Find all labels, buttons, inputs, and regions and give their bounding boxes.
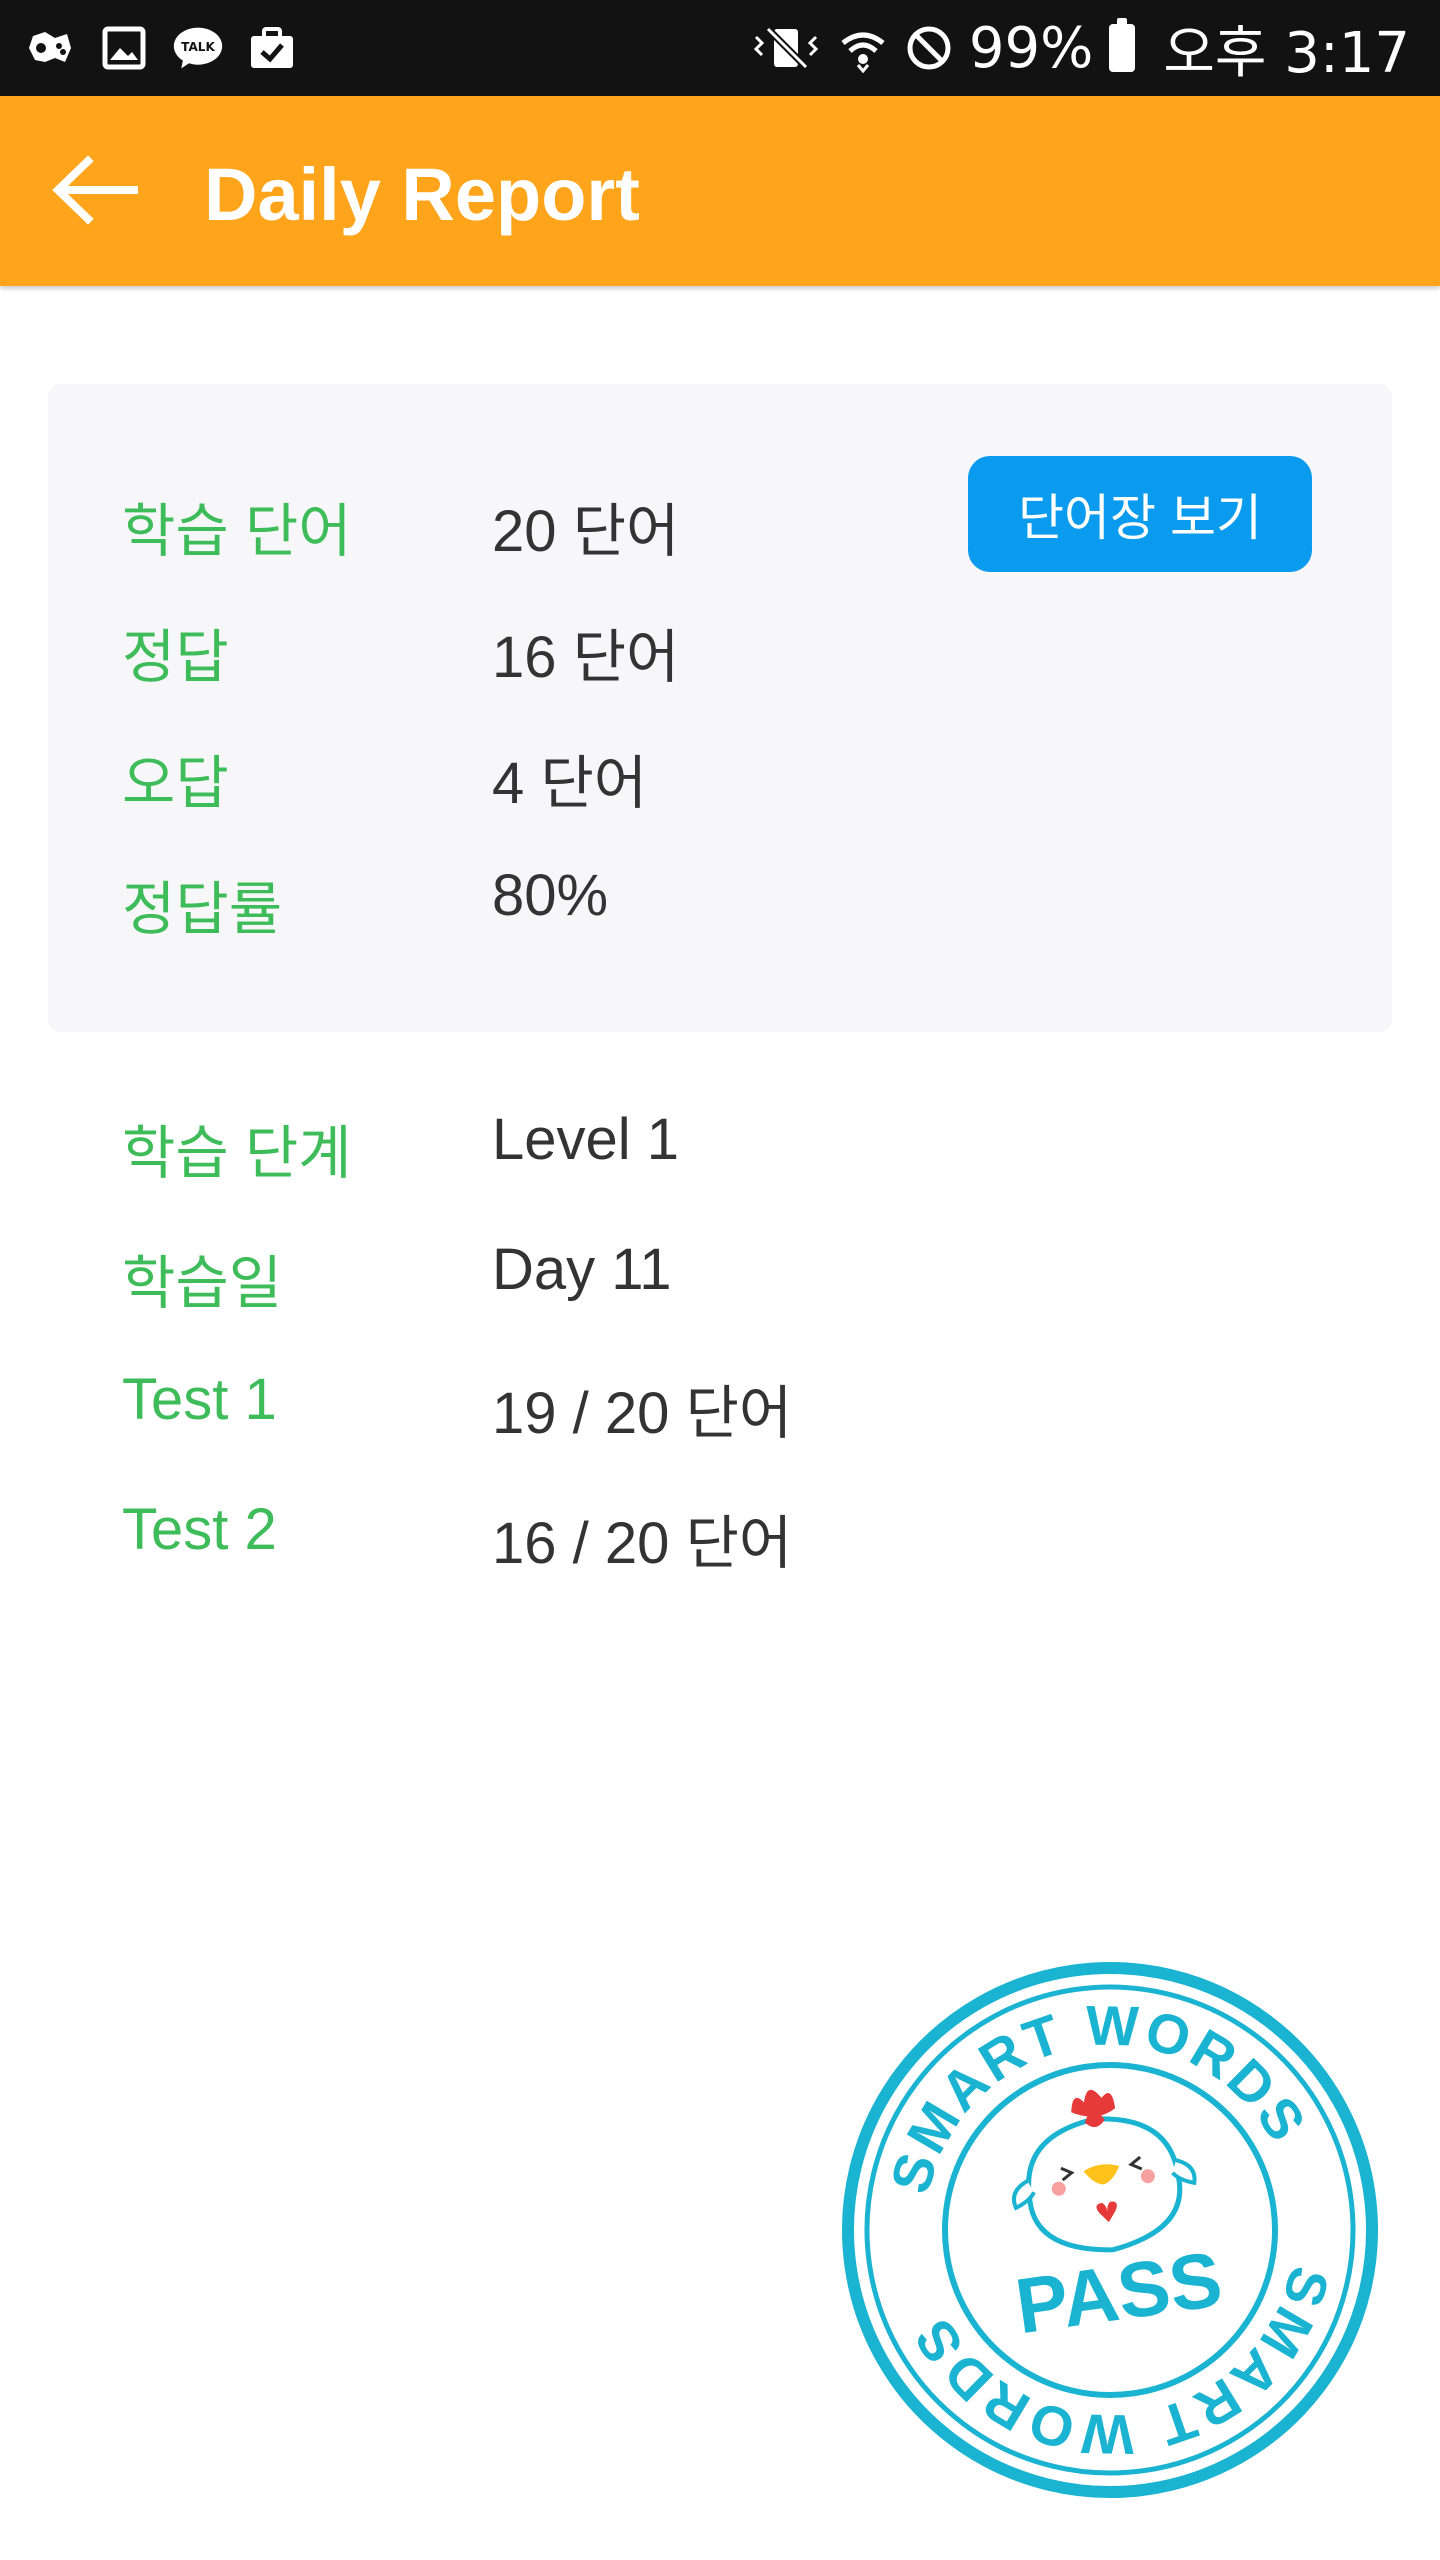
row-label: Test 2 [122, 1497, 277, 1562]
chick-mascot-icon [1011, 2089, 1197, 2253]
row-value: 16 단어 [492, 625, 680, 690]
row-value: 80% [492, 863, 609, 928]
game-controller-icon [24, 22, 76, 74]
do-not-disturb-icon [903, 22, 955, 74]
wifi-icon [837, 22, 889, 74]
details-row-test1: Test 1 19 / 20 단어 [48, 1366, 1392, 1446]
details-section: 학습 단계 Level 1 학습일 Day 11 Test 1 19 / 20 … [48, 1090, 1392, 1610]
notification-icons: TALK [24, 18, 298, 78]
row-value: Day 11 [492, 1237, 672, 1302]
details-row-level: 학습 단계 Level 1 [48, 1106, 1392, 1186]
row-value: 16 / 20 단어 [492, 1511, 793, 1576]
back-button[interactable] [50, 148, 150, 236]
app-bar: Daily Report [0, 96, 1440, 286]
summary-row-incorrect: 오답 4 단어 [48, 736, 1392, 816]
summary-card: 학습 단어 20 단어 단어장 보기 정답 16 단어 오답 4 단어 정답률 … [48, 384, 1392, 1032]
details-row-day: 학습일 Day 11 [48, 1236, 1392, 1316]
image-icon [98, 22, 150, 74]
kakaotalk-icon: TALK [172, 22, 224, 74]
row-label: Test 1 [122, 1367, 277, 1432]
row-label: 학습일 [122, 1251, 283, 1316]
system-status: 99% 오후 3:17 [749, 12, 1410, 86]
mute-vibrate-icon [749, 22, 823, 74]
row-value: 4 단어 [492, 751, 648, 816]
battery-icon [1109, 18, 1136, 72]
page-title: Daily Report [204, 153, 640, 236]
row-label: 정답 [122, 625, 229, 690]
row-label: 학습 단어 [122, 499, 352, 564]
summary-row-correct: 정답 16 단어 [48, 610, 1392, 690]
row-value: 19 / 20 단어 [492, 1381, 793, 1446]
row-label: 오답 [122, 751, 229, 816]
briefcase-icon [246, 22, 298, 74]
arrow-left-icon [50, 154, 142, 230]
stamp-pass-text: PASS [1010, 2234, 1227, 2350]
details-row-test2: Test 2 16 / 20 단어 [48, 1496, 1392, 1576]
row-label: 학습 단계 [122, 1121, 352, 1186]
pass-stamp: SMART WORDS SMART WORDS PASS [830, 1950, 1390, 2510]
battery-percent: 99% [968, 15, 1094, 81]
row-value: Level 1 [492, 1107, 680, 1172]
kakao-label: TALK [181, 40, 215, 54]
view-wordbook-button[interactable]: 단어장 보기 [968, 456, 1312, 572]
clock: 오후 3:17 [1163, 20, 1410, 86]
summary-row-accuracy: 정답률 80% [48, 862, 1392, 942]
status-bar: TALK 99% 오후 3:17 [0, 0, 1440, 96]
row-value: 20 단어 [492, 499, 680, 564]
row-label: 정답률 [122, 877, 283, 942]
